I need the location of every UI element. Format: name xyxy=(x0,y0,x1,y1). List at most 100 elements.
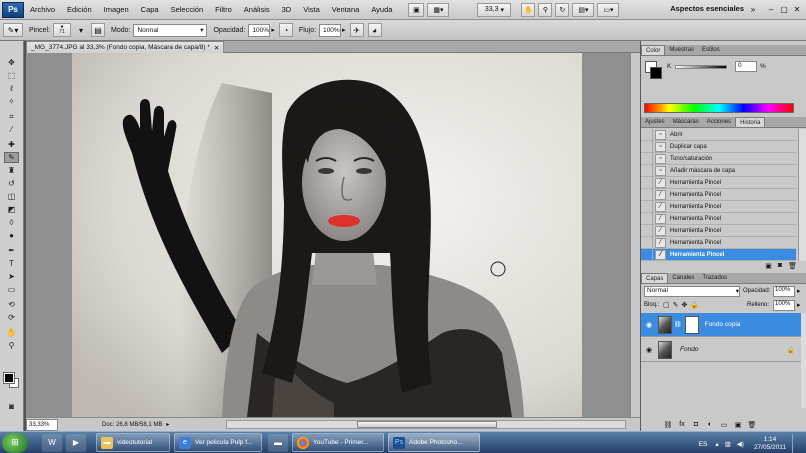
explorer-quicklaunch[interactable]: ▬ xyxy=(268,433,288,452)
brush-tool-icon[interactable]: ✎ xyxy=(4,152,19,163)
add-mask-icon[interactable]: ◘ xyxy=(689,421,703,429)
type-tool-icon[interactable]: T xyxy=(4,258,19,269)
tray-expand-icon[interactable]: ▴ xyxy=(715,440,718,448)
horizontal-scroll-thumb[interactable] xyxy=(357,421,497,428)
history-item[interactable]: ⁄ Herramienta Pincel xyxy=(641,189,796,201)
layer-opacity-input[interactable]: 100% xyxy=(773,286,795,297)
history-item[interactable]: ⁄ Herramienta Pincel xyxy=(641,177,796,189)
zoom-tool-icon[interactable]: ⚲ xyxy=(4,340,19,351)
snapshot-icon[interactable]: ◙ xyxy=(778,262,782,270)
tab-historia[interactable]: Historia xyxy=(735,117,766,127)
history-item[interactable]: ▫ Duplicar capa xyxy=(641,141,796,153)
new-document-from-state-icon[interactable]: ▣ xyxy=(765,262,772,270)
tab-canales[interactable]: Canales xyxy=(668,273,698,283)
history-brush-tool-icon[interactable]: ↺ xyxy=(4,178,19,189)
close-tab-icon[interactable]: ✕ xyxy=(214,44,219,52)
blend-mode-select[interactable]: Normal ▾ xyxy=(644,286,740,297)
dodge-tool-icon[interactable]: ● xyxy=(4,230,19,241)
k-value-input[interactable]: 0 xyxy=(735,61,757,72)
crop-tool-icon[interactable]: ⌗ xyxy=(4,111,19,122)
new-layer-icon[interactable]: ▣ xyxy=(731,421,745,429)
start-button[interactable]: ⊞ xyxy=(2,432,28,453)
mode-select[interactable]: Normal ▾ xyxy=(133,23,208,37)
layer-style-icon[interactable]: fx xyxy=(675,421,689,429)
network-icon[interactable]: ▥ xyxy=(725,440,731,448)
trash-icon[interactable]: 🗑 xyxy=(788,262,797,270)
tab-acciones[interactable]: Acciones xyxy=(703,117,735,127)
media-player-quicklaunch[interactable]: ▶ xyxy=(66,433,86,452)
task-photoshop[interactable]: Ps Adobe Photosho... xyxy=(388,433,480,452)
clone-stamp-tool-icon[interactable]: ♜ xyxy=(4,165,19,176)
document-tab[interactable]: _MG_3774.JPG al 33,3% (Fondo copia, Másc… xyxy=(26,41,225,53)
adjustment-layer-icon[interactable]: ◐ xyxy=(703,421,717,429)
brush-panel-toggle[interactable]: ▤ xyxy=(91,23,106,37)
gradient-tool-icon[interactable]: ◩ xyxy=(4,204,19,215)
menu-capa[interactable]: Capa xyxy=(135,5,165,14)
menu-3d[interactable]: 3D xyxy=(276,5,298,14)
layers-scrollbar[interactable] xyxy=(801,313,806,408)
vertical-scrollbar[interactable] xyxy=(630,53,640,417)
visibility-eye-icon[interactable]: ◉ xyxy=(644,345,654,355)
clock[interactable]: 1:14 27/05/2011 xyxy=(754,436,786,452)
bridge-button[interactable]: ▣ xyxy=(408,2,425,17)
doc-size-info[interactable]: Doc: 26,8 MB/58,1 MB xyxy=(102,422,162,428)
rotate-view-button[interactable]: ↻ xyxy=(555,2,570,17)
horizontal-scrollbar[interactable] xyxy=(226,420,626,429)
healing-brush-tool-icon[interactable]: ✚ xyxy=(4,139,19,150)
tab-muestras[interactable]: Muestras xyxy=(665,45,698,55)
layer-row-fondo-copia[interactable]: ◉ ⛓ Fondo copia xyxy=(641,313,801,337)
fill-input[interactable]: 100% xyxy=(773,300,795,311)
screen-mode-button[interactable]: ▭▾ xyxy=(597,2,620,17)
color-spectrum-ramp[interactable] xyxy=(644,103,794,113)
menu-vista[interactable]: Vista xyxy=(297,5,326,14)
tab-mascaras[interactable]: Máscaras xyxy=(669,117,703,127)
eraser-tool-icon[interactable]: ◫ xyxy=(4,191,19,202)
foreground-color-swatch[interactable] xyxy=(3,372,15,384)
layer-opacity-slider-icon[interactable]: ▸ xyxy=(797,287,801,295)
workspace-dropdown-icon[interactable]: » xyxy=(748,5,758,14)
quick-mask-icon[interactable]: ◙ xyxy=(4,401,19,412)
tab-color[interactable]: Color xyxy=(641,45,666,55)
history-item[interactable]: ⁄ Herramienta Pincel xyxy=(641,213,796,225)
history-item[interactable]: ▫ Tono/saturación xyxy=(641,153,796,165)
opacity-input[interactable]: 100% xyxy=(248,23,271,37)
tab-estilos[interactable]: Estilos xyxy=(698,45,724,55)
move-tool-icon[interactable]: ✥ xyxy=(4,57,19,68)
history-item[interactable]: ⁄ Herramienta Pincel xyxy=(641,237,796,249)
quick-selection-tool-icon[interactable]: ✧ xyxy=(4,96,19,107)
hand-tool-icon[interactable]: ✋ xyxy=(4,327,19,338)
history-item-current[interactable]: ⁄ Herramienta Pincel xyxy=(641,249,796,261)
menu-analisis[interactable]: Análisis xyxy=(238,5,276,14)
pen-tool-icon[interactable]: ✒ xyxy=(4,245,19,256)
menu-edicion[interactable]: Edición xyxy=(61,5,98,14)
brush-preset-picker[interactable]: ● 71 xyxy=(53,23,72,37)
menu-imagen[interactable]: Imagen xyxy=(98,5,135,14)
volume-icon[interactable]: ◀) xyxy=(737,440,744,448)
k-slider[interactable] xyxy=(675,65,727,69)
image-canvas[interactable] xyxy=(72,53,582,417)
blur-tool-icon[interactable]: ◊ xyxy=(4,217,19,228)
maximize-icon[interactable]: ▢ xyxy=(779,5,789,14)
view-extras-button[interactable]: ▦▾ xyxy=(427,2,450,17)
lock-icons[interactable]: ▢✎✥🔒 xyxy=(663,301,702,309)
menu-filtro[interactable]: Filtro xyxy=(209,5,238,14)
eyedropper-tool-icon[interactable]: ⁄ xyxy=(4,124,19,135)
trash-icon[interactable]: 🗑 xyxy=(745,421,759,429)
marquee-tool-icon[interactable]: ⬚ xyxy=(4,70,19,81)
workspace-select[interactable]: Aspectos esenciales xyxy=(670,4,744,13)
menu-seleccion[interactable]: Selección xyxy=(165,5,210,14)
chain-link-icon[interactable]: ⛓ xyxy=(674,321,682,328)
shape-tool-icon[interactable]: ▭ xyxy=(4,284,19,295)
task-ver-pelicula[interactable]: e Ver pelicula Pulp f... xyxy=(174,433,262,452)
flow-slider-icon[interactable]: ▸ xyxy=(342,26,346,34)
lasso-tool-icon[interactable]: ℓ xyxy=(4,83,19,94)
fill-slider-icon[interactable]: ▸ xyxy=(797,301,801,309)
menu-ventana[interactable]: Ventana xyxy=(326,5,366,14)
show-desktop-button[interactable] xyxy=(792,434,802,453)
tab-ajustes[interactable]: Ajustes xyxy=(641,117,669,127)
3d-orbit-tool-icon[interactable]: ⟳ xyxy=(4,312,19,323)
tablet-opacity-toggle[interactable]: ◔ xyxy=(278,23,293,37)
history-item[interactable]: ⁄ Herramienta Pincel xyxy=(641,225,796,237)
task-videotutorial[interactable]: ▬ videotutorial xyxy=(96,433,170,452)
status-menu-icon[interactable]: ▸ xyxy=(166,421,169,428)
